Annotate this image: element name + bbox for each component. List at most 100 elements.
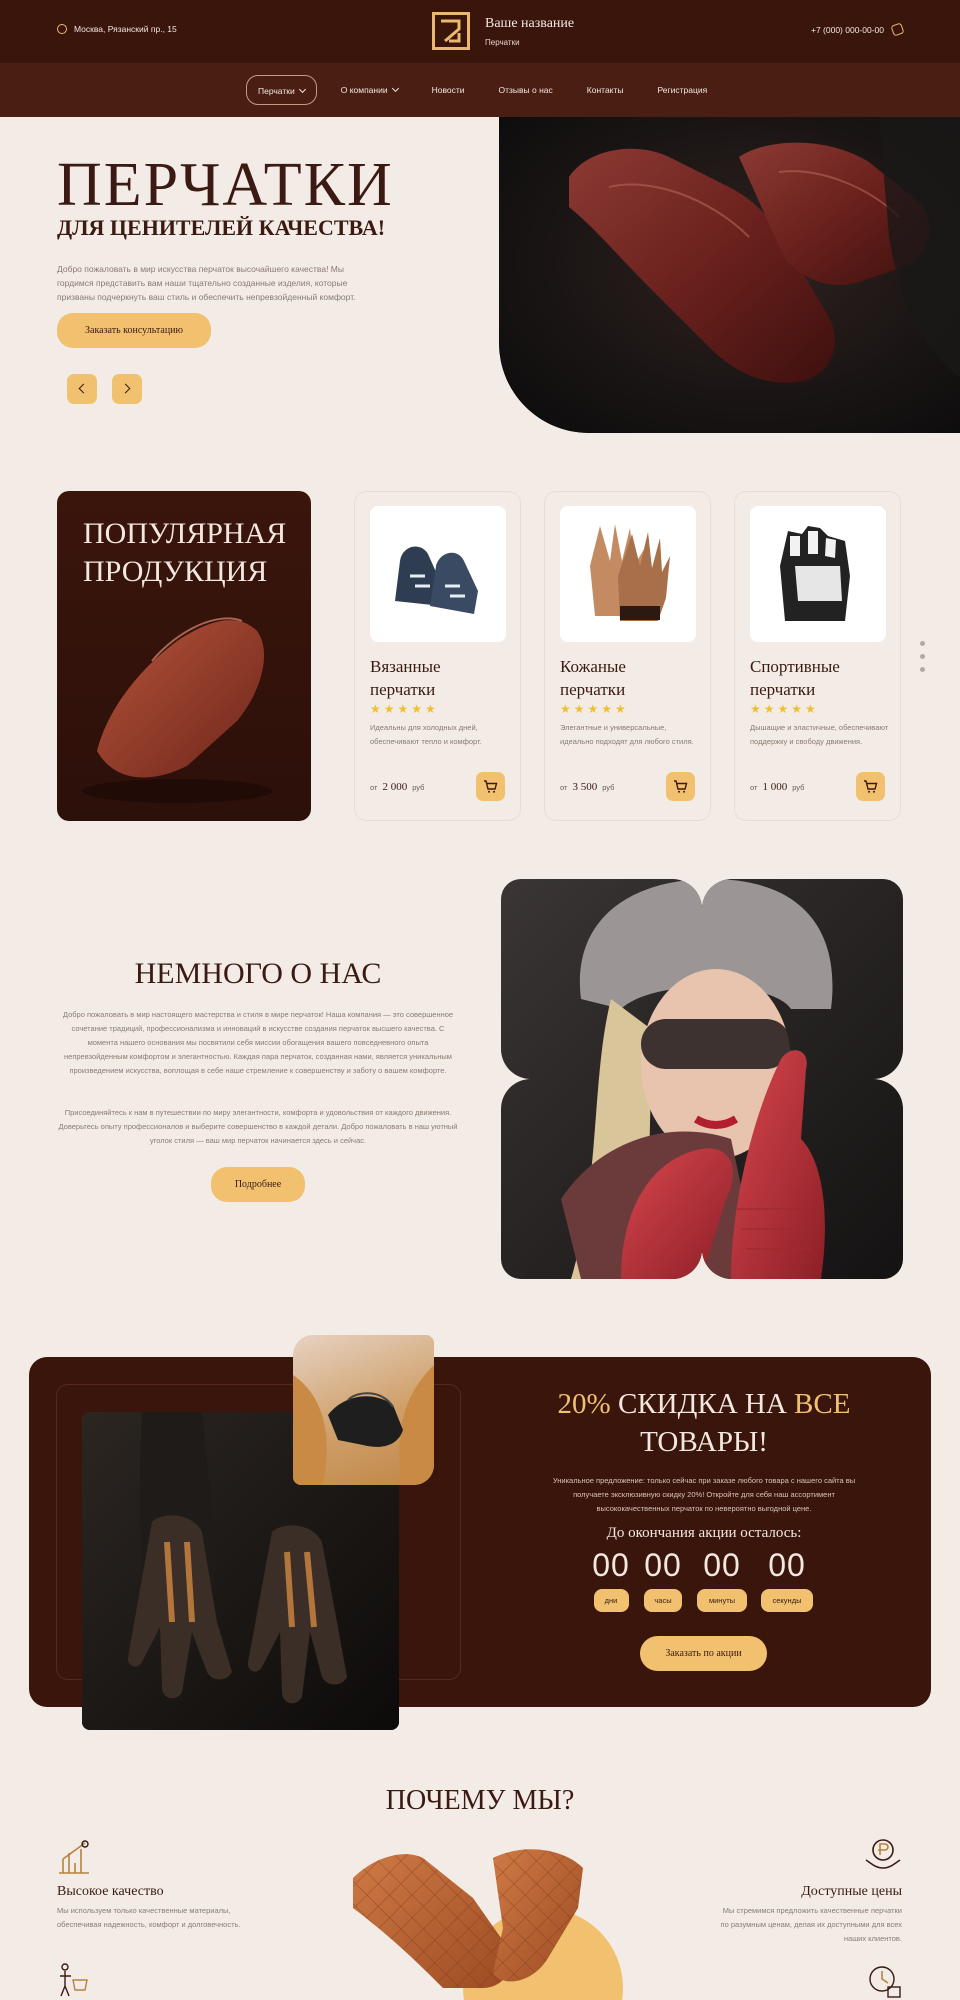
promo-title-line2: ТОВАРЫ! — [640, 1426, 768, 1458]
product-name: Кожаные перчатки — [560, 655, 626, 701]
price-value: 1 000 — [762, 781, 788, 793]
star-rating: ★★★★★ — [560, 702, 629, 716]
product-price: от 1 000 руб — [750, 781, 804, 793]
carousel-dots[interactable] — [920, 641, 925, 680]
sport-gloves-illustration — [780, 526, 850, 621]
location-icon — [57, 24, 67, 34]
countdown-unit: секунды — [761, 1589, 813, 1612]
hero-text: Добро пожаловать в мир искусства перчато… — [57, 264, 356, 302]
countdown-minutes: 00 минуты — [692, 1547, 752, 1612]
woman-with-red-gloves-illustration — [501, 879, 903, 1279]
slider-prev-button[interactable] — [67, 374, 97, 404]
nav-item-reviews[interactable]: Отзывы о нас — [489, 75, 563, 105]
cart-icon — [484, 780, 498, 793]
add-to-cart-button[interactable] — [666, 772, 695, 801]
countdown-seconds: 00 секунды — [757, 1547, 817, 1612]
countdown-value: 00 — [644, 1547, 682, 1583]
delivery-icon — [869, 1966, 901, 1998]
product-image-sport — [750, 506, 886, 642]
brand-subtitle: Перчатки — [485, 38, 520, 47]
product-card[interactable]: Вязанные перчатки ★★★★★ Идеальны для хол… — [354, 491, 521, 821]
popular-gloves-illustration — [82, 617, 272, 803]
product-name-line1: Вязанные — [370, 657, 441, 676]
why-title: ПОЧЕМУ МЫ? — [385, 1785, 575, 1816]
price-currency: руб — [602, 783, 615, 792]
phone-number[interactable]: +7 (000) 000-00-00 — [811, 25, 884, 35]
price-currency: руб — [792, 783, 805, 792]
chevron-right-icon — [120, 383, 131, 394]
feature-name: Доступные цены — [801, 1884, 902, 1899]
product-description: Идеальны для холодных дней, обеспечивают… — [370, 723, 482, 746]
quilted-gloves-illustration — [353, 1849, 623, 2000]
more-button[interactable]: Подробнее — [211, 1167, 305, 1202]
product-name-line1: Кожаные — [560, 657, 626, 676]
product-image-leather — [560, 506, 696, 642]
feature-description: Мы стремимся предложить качественные пер… — [721, 1904, 902, 1946]
nav-item-gloves[interactable]: Перчатки — [246, 75, 317, 105]
shopping-cart-person-icon — [60, 1963, 88, 1997]
leather-gloves-illustration — [499, 117, 960, 433]
star-rating: ★★★★★ — [370, 702, 439, 716]
product-card[interactable]: Кожаные перчатки ★★★★★ Элегантные и унив… — [544, 491, 711, 821]
feature-description: Мы используем только качественные матери… — [57, 1904, 241, 1932]
feature-description-line: наших клиентов. — [843, 1934, 902, 1943]
carousel-dot[interactable] — [920, 641, 925, 646]
coat-gloves-illustration — [293, 1365, 434, 1485]
product-image-knitted — [370, 506, 506, 642]
countdown-unit: минуты — [697, 1589, 747, 1612]
promo-percent: 20% — [557, 1388, 611, 1420]
cart-icon — [674, 780, 688, 793]
product-name-line2: перчатки — [370, 680, 436, 699]
order-promo-button[interactable]: Заказать по акции — [640, 1636, 767, 1671]
add-to-cart-button[interactable] — [476, 772, 505, 801]
price-prefix: от — [560, 783, 568, 792]
popular-products-banner: ПОПУЛЯРНАЯ ПРОДУКЦИЯ — [57, 491, 311, 821]
leather-gloves-product-illustration — [590, 524, 670, 621]
promo-title-mid: СКИДКА НА — [617, 1388, 787, 1420]
product-name: Вязанные перчатки — [370, 655, 441, 701]
feature-description-line: обеспечивая надежность, комфорт и долгов… — [57, 1920, 241, 1929]
about-title: НЕМНОГО О НАС — [134, 957, 382, 990]
price-icon — [865, 1839, 901, 1869]
address: Москва, Рязанский пр., 15 — [57, 24, 177, 34]
carousel-dot[interactable] — [920, 667, 925, 672]
countdown-value: 00 — [592, 1547, 630, 1583]
about-paragraph-1: Добро пожаловать в мир настоящего мастер… — [62, 1010, 454, 1075]
nav-item-news[interactable]: Новости — [422, 75, 475, 105]
carousel-dot[interactable] — [920, 654, 925, 659]
nav-item-contacts[interactable]: Контакты — [577, 75, 634, 105]
why-us-image — [333, 1838, 633, 2000]
chevron-down-icon — [391, 84, 399, 93]
promo-image-coat — [293, 1335, 434, 1485]
nav-item-register[interactable]: Регистрация — [648, 75, 718, 105]
countdown-value: 00 — [703, 1547, 741, 1583]
nav-item-label: Перчатки — [258, 86, 295, 96]
slider-next-button[interactable] — [112, 374, 142, 404]
promo-title: 20% СКИДКА НА ВСЕ ТОВАРЫ! — [499, 1385, 909, 1461]
top-bar: Москва, Рязанский пр., 15 Ваше название … — [0, 0, 960, 63]
promo-title-line1: 20% СКИДКА НА ВСЕ — [499, 1385, 909, 1423]
about-image — [501, 879, 903, 1279]
price-value: 3 500 — [572, 781, 598, 793]
feature-description-line: Мы используем только качественные матери… — [57, 1906, 231, 1915]
countdown-days: 00 дни — [581, 1547, 641, 1612]
consultation-button[interactable]: Заказать консультацию — [57, 313, 211, 348]
product-price: от 2 000 руб — [370, 781, 424, 793]
brand: Ваше название Перчатки — [485, 16, 574, 47]
quality-icon — [59, 1840, 89, 1874]
phone-icon — [890, 22, 905, 37]
promo-title-all: ВСЕ — [794, 1388, 851, 1420]
feature-description-line: по разумным ценам, делая их доступными д… — [720, 1920, 902, 1929]
add-to-cart-button[interactable] — [856, 772, 885, 801]
logo-mark-icon — [441, 19, 461, 43]
countdown-label: До окончания акции осталось: — [606, 1525, 802, 1541]
price-prefix: от — [750, 783, 758, 792]
logo[interactable] — [432, 12, 470, 50]
phone[interactable]: +7 (000) 000-00-00 — [811, 22, 905, 37]
main-nav: Перчатки О компании Новости Отзывы о нас… — [0, 63, 960, 117]
chevron-left-icon — [78, 383, 89, 394]
product-card[interactable]: Спортивные перчатки ★★★★★ Дышащие и элас… — [734, 491, 901, 821]
nav-item-about[interactable]: О компании — [331, 75, 408, 105]
product-name-line2: перчатки — [560, 680, 626, 699]
address-text: Москва, Рязанский пр., 15 — [74, 24, 177, 34]
